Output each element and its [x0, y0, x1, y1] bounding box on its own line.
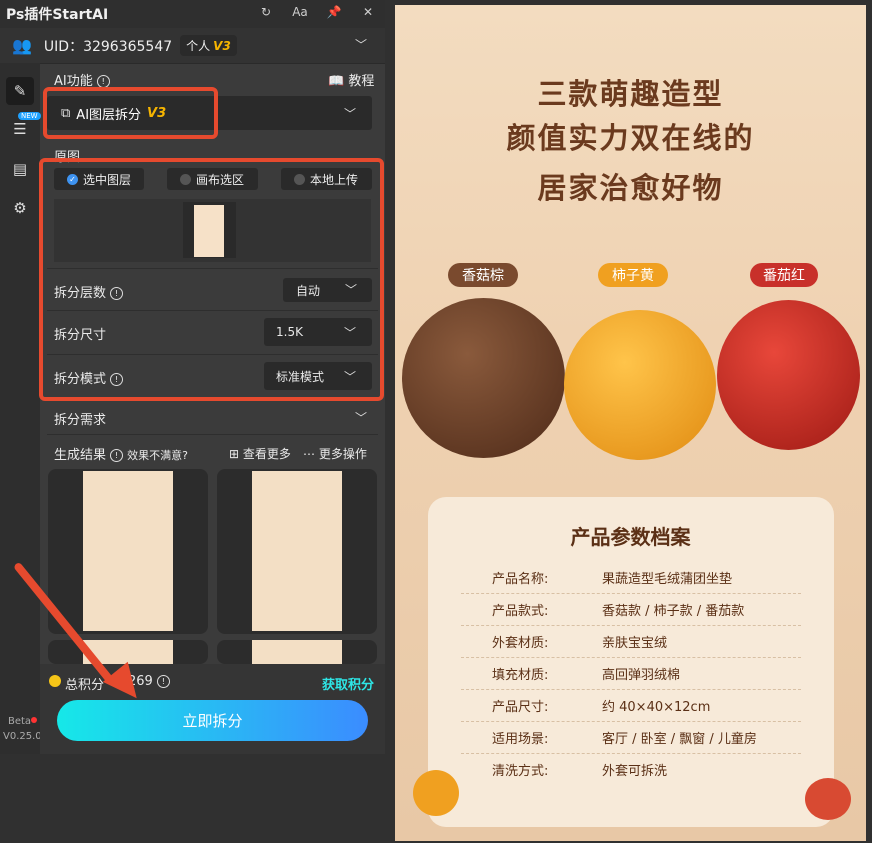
orange-decoration [413, 770, 459, 816]
plugin-panel: Ps插件StartAI ↻ Aa 📌 ✕ 👥 UID：3296365547 个人… [0, 0, 385, 754]
spec-row: 外套材质: 亲肤宝宝绒 [461, 625, 801, 658]
requirements-label: 拆分需求 [54, 413, 107, 428]
spec-row: 产品尺寸: 约 40×40×12cm [461, 689, 801, 722]
tag-persimmon: 柿子黄 [598, 263, 668, 287]
spec-table-title: 产品参数档案 [570, 525, 691, 549]
beta-label: Beta [8, 716, 32, 727]
chevron-down-icon[interactable]: ﹀ [355, 36, 367, 53]
spec-row: 适用场景: 客厅 / 卧室 / 飘窗 / 儿童房 [461, 721, 801, 754]
book-icon: 📖 [328, 74, 345, 89]
edit-icon[interactable]: ✎ [6, 77, 34, 105]
clipboard-icon[interactable]: ▤ [6, 155, 34, 183]
coin-icon [49, 675, 61, 687]
beta-dot [31, 717, 37, 723]
chevron-down-icon[interactable]: ﹀ [355, 409, 367, 426]
spec-row: 清洗方式: 外套可拆洗 [492, 763, 668, 779]
product-title-line: 居家治愈好物 [537, 171, 724, 205]
points-label: 总积分 [65, 678, 105, 693]
close-icon[interactable]: ✕ [359, 5, 377, 19]
chevron-down-icon: ﹀ [344, 107, 357, 121]
product-image: 三款萌趣造型 颜值实力双在线的 居家治愈好物 香菇棕 柿子黄 番茄红 产品参数档… [395, 5, 866, 841]
result-thumbnail [252, 640, 342, 664]
title-bar: Ps插件StartAI ↻ Aa 📌 ✕ [0, 0, 385, 28]
result-thumbnail [83, 471, 173, 631]
view-more-link[interactable]: ⊞ 查看更多 [229, 445, 291, 462]
view-icon: ⊞ [229, 447, 240, 461]
account-badge: 个人 V3 [180, 35, 237, 56]
tag-tomato: 番茄红 [750, 263, 818, 287]
split-now-button[interactable]: 立即拆分 [57, 700, 368, 741]
pin-icon[interactable]: 📌 [325, 5, 343, 19]
spec-row: 产品名称: 果蔬造型毛绒蒲团坐垫 [461, 561, 801, 594]
user-bar[interactable]: 👥 UID：3296365547 个人 V3 ﹀ [0, 28, 385, 64]
results-label: 生成结果! 效果不满意? [54, 448, 188, 463]
mushroom-cushion [402, 298, 565, 458]
tomato-cushion [717, 300, 860, 450]
tag-mushroom: 香菇棕 [448, 263, 518, 287]
uid-label: UID：3296365547 [43, 38, 173, 55]
app-title: Ps插件StartAI [6, 7, 109, 23]
product-title-line: 三款萌趣造型 [537, 77, 724, 111]
spec-row: 填充材质: 高回弹羽绒棉 [461, 657, 801, 690]
highlight-box [39, 158, 384, 401]
refresh-icon[interactable]: ↻ [257, 5, 275, 19]
font-icon[interactable]: Aa [291, 5, 309, 19]
gear-icon[interactable]: ⚙ [6, 194, 34, 222]
more-actions-link[interactable]: ⋯ 更多操作 [303, 445, 367, 462]
persimmon-cushion [564, 310, 716, 460]
result-thumbnail [252, 471, 342, 631]
tutorial-link[interactable]: 📖 教程 [328, 70, 374, 89]
product-title-line: 颜值实力双在线的 [506, 121, 755, 155]
new-badge: NEW [18, 112, 41, 120]
version-label: V0.25.0 [3, 731, 42, 742]
sidebar: ✎ ☰ ▤ ⚙ [0, 63, 40, 754]
spec-row: 产品款式: 香菇款 / 柿子款 / 番茄款 [461, 593, 801, 626]
user-icon: 👥 [12, 36, 32, 55]
highlight-box [43, 87, 218, 139]
get-points-link[interactable]: 获取积分 [322, 674, 374, 693]
tomato-decoration [805, 778, 851, 820]
